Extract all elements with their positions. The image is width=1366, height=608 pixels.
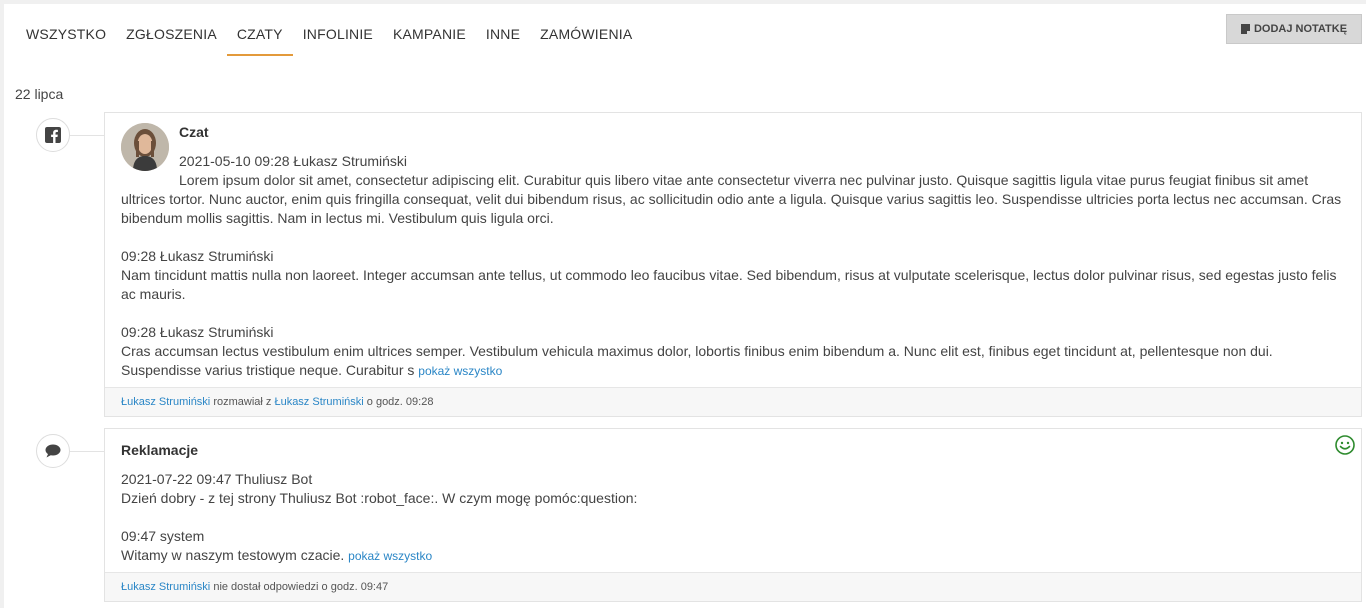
message-text: Lorem ipsum dolor sit amet, consectetur …	[121, 172, 1342, 226]
note-icon	[1240, 24, 1250, 34]
user-link[interactable]: Łukasz Strumiński	[274, 396, 363, 408]
message-text: Nam tincidunt mattis nulla non laoreet. …	[121, 267, 1337, 302]
add-note-label: DODAJ NOTATKĘ	[1253, 23, 1348, 35]
user-link[interactable]: Łukasz Strumiński	[121, 396, 210, 408]
complaint-card-body: Reklamacje 2021-07-22 09:47 Thuliusz Bot…	[105, 429, 1361, 572]
complaint-card: Reklamacje 2021-07-22 09:47 Thuliusz Bot…	[104, 428, 1362, 602]
message: 09:28 Łukasz Strumiński Nam tincidunt ma…	[121, 247, 1345, 304]
smiley-icon	[1335, 435, 1355, 455]
show-all-link[interactable]: pokaż wszystko	[348, 549, 432, 563]
message-text: Dzień dobry - z tej strony Thuliusz Bot …	[121, 490, 638, 506]
message-header: 2021-05-10 09:28 Łukasz Strumiński	[179, 153, 408, 169]
footer-time: o godz. 09:28	[363, 396, 434, 408]
tab-inne[interactable]: INNE	[476, 18, 530, 56]
tab-bar: WSZYSTKO ZGŁOSZENIA CZATY INFOLINIE KAMP…	[16, 18, 642, 56]
footer-text: nie dostał odpowiedzi o godz. 09:47	[210, 581, 389, 593]
tab-zgloszenia[interactable]: ZGŁOSZENIA	[116, 18, 227, 56]
message-text-wrap: Cras accumsan lectus vestibulum enim ult…	[121, 342, 1345, 381]
complaint-card-footer: Łukasz Strumiński nie dostał odpowiedzi …	[105, 572, 1361, 601]
add-note-button[interactable]: DODAJ NOTATKĘ	[1226, 14, 1362, 44]
timeline-connector	[70, 135, 104, 136]
date-label: 22 lipca	[15, 86, 64, 102]
message-header: 09:47 system	[121, 528, 205, 544]
tab-kampanie[interactable]: KAMPANIE	[383, 18, 476, 56]
message-header: 09:28 Łukasz Strumiński	[121, 324, 274, 340]
show-all-link[interactable]: pokaż wszystko	[418, 364, 502, 378]
message: 2021-07-22 09:47 Thuliusz Bot Dzień dobr…	[121, 470, 1345, 508]
chat-card-title: Czat	[179, 124, 209, 140]
avatar	[121, 123, 169, 171]
message-header: 2021-07-22 09:47 Thuliusz Bot	[121, 471, 313, 487]
tab-zamowienia[interactable]: ZAMÓWIENIA	[530, 18, 642, 56]
tab-infolinie[interactable]: INFOLINIE	[293, 18, 383, 56]
footer-text: rozmawiał z	[210, 396, 275, 408]
tab-wszystko[interactable]: WSZYSTKO	[16, 18, 116, 56]
message-text-wrap: Witamy w naszym testowym czacie. pokaż w…	[121, 546, 1345, 566]
message: 09:47 system Witamy w naszym testowym cz…	[121, 527, 1345, 566]
complaint-card-title: Reklamacje	[121, 442, 199, 458]
timeline-connector	[70, 451, 104, 452]
message: 09:28 Łukasz Strumiński Cras accumsan le…	[121, 323, 1345, 381]
message: 2021-05-10 09:28 Łukasz Strumiński Lorem…	[121, 152, 1345, 228]
chat-card: Czat 2021-05-10 09:28 Łukasz Strumiński …	[104, 112, 1362, 417]
chat-card-footer: Łukasz Strumiński rozmawiał z Łukasz Str…	[105, 387, 1361, 416]
facebook-icon	[36, 118, 70, 152]
message-text: Cras accumsan lectus vestibulum enim ult…	[121, 343, 1273, 378]
tab-czaty[interactable]: CZATY	[226, 18, 293, 56]
message-text: Witamy w naszym testowym czacie.	[121, 547, 349, 563]
page: WSZYSTKO ZGŁOSZENIA CZATY INFOLINIE KAMP…	[4, 4, 1366, 608]
user-link[interactable]: Łukasz Strumiński	[121, 581, 210, 593]
chat-card-body: Czat 2021-05-10 09:28 Łukasz Strumiński …	[105, 113, 1361, 387]
chat-bubble-icon	[36, 434, 70, 468]
message-header: 09:28 Łukasz Strumiński	[121, 248, 274, 264]
